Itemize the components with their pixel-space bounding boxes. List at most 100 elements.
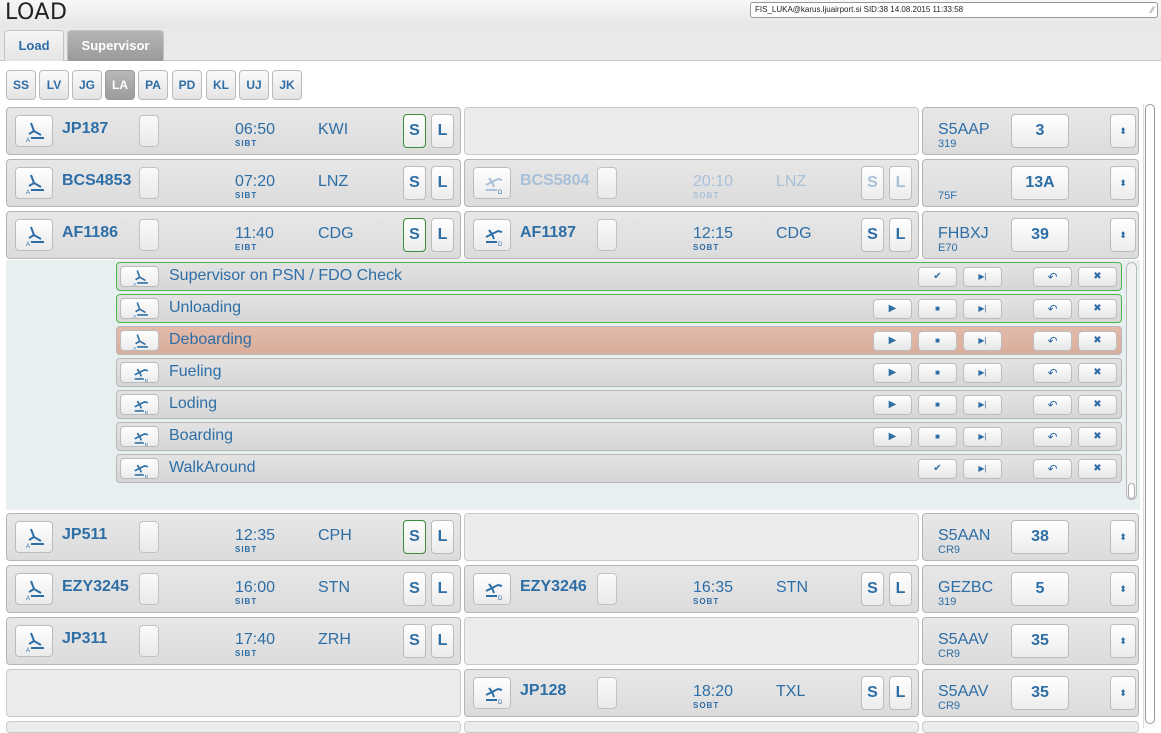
flight-toggle[interactable] (139, 521, 159, 553)
play-icon[interactable]: ▶ (873, 395, 912, 415)
cancel-icon[interactable]: ✖ (1078, 459, 1117, 479)
l-button[interactable]: L (431, 166, 454, 200)
skip-icon[interactable]: ▶| (963, 299, 1002, 319)
l-button[interactable]: L (889, 676, 912, 710)
l-button[interactable]: L (431, 114, 454, 148)
stand-field[interactable]: 3 (1011, 114, 1069, 148)
s-button[interactable]: S (403, 520, 426, 554)
l-button[interactable]: L (431, 520, 454, 554)
stand-field[interactable]: 38 (1011, 520, 1069, 554)
flight-toggle[interactable] (139, 167, 159, 199)
stand-spinner-icon[interactable]: ⬍ (1110, 624, 1136, 658)
s-button[interactable]: S (403, 572, 426, 606)
flight-toggle[interactable] (139, 115, 159, 147)
play-icon[interactable]: ▶ (873, 299, 912, 319)
s-button[interactable]: S (861, 166, 884, 200)
cancel-icon[interactable]: ✖ (1078, 427, 1117, 447)
session-info[interactable]: FIS_LUKA@karus.ljuairport.si SID:38 14.0… (750, 2, 1158, 18)
filter-jg[interactable]: JG (72, 70, 102, 100)
tasks-scroll-thumb[interactable] (1128, 483, 1135, 499)
filter-lv[interactable]: LV (39, 70, 69, 100)
stand-spinner-icon[interactable]: ⬍ (1110, 572, 1136, 606)
filter-kl[interactable]: KL (206, 70, 236, 100)
skip-icon[interactable]: ▶| (963, 459, 1002, 479)
skip-icon[interactable]: ▶| (963, 331, 1002, 351)
flight-toggle[interactable] (139, 573, 159, 605)
s-button[interactable]: S (403, 218, 426, 252)
stand-spinner-icon[interactable]: ⬍ (1110, 218, 1136, 252)
flight-toggle[interactable] (597, 677, 617, 709)
flight-toggle[interactable] (597, 167, 617, 199)
flight-toggle[interactable] (139, 625, 159, 657)
resize-grip-icon[interactable]: ⁄⁄ (1151, 5, 1154, 15)
stop-icon[interactable]: ■ (918, 363, 957, 383)
filter-la[interactable]: LA (105, 70, 135, 100)
task-type-button[interactable]: D (120, 394, 159, 415)
l-button[interactable]: L (431, 624, 454, 658)
skip-icon[interactable]: ▶| (963, 267, 1002, 287)
cancel-icon[interactable]: ✖ (1078, 395, 1117, 415)
arrival-button[interactable]: A (15, 521, 53, 553)
departure-button[interactable]: D (473, 677, 511, 709)
s-button[interactable]: S (403, 114, 426, 148)
undo-icon[interactable]: ↶ (1033, 427, 1072, 447)
undo-icon[interactable]: ↶ (1033, 459, 1072, 479)
filter-pa[interactable]: PA (138, 70, 168, 100)
task-type-button[interactable]: D (120, 426, 159, 447)
cancel-icon[interactable]: ✖ (1078, 331, 1117, 351)
stop-icon[interactable]: ■ (918, 331, 957, 351)
departure-button[interactable]: D (473, 573, 511, 605)
play-icon[interactable]: ▶ (873, 363, 912, 383)
l-button[interactable]: L (889, 218, 912, 252)
s-button[interactable]: S (861, 218, 884, 252)
arrival-button[interactable]: A (15, 167, 53, 199)
play-icon[interactable]: ▶ (873, 331, 912, 351)
stand-field[interactable]: 35 (1011, 624, 1069, 658)
check-icon[interactable]: ✔ (918, 267, 957, 287)
s-button[interactable]: S (403, 624, 426, 658)
task-type-button[interactable]: A (120, 266, 159, 287)
undo-icon[interactable]: ↶ (1033, 267, 1072, 287)
flight-toggle[interactable] (139, 219, 159, 251)
cancel-icon[interactable]: ✖ (1078, 299, 1117, 319)
departure-button[interactable]: D (473, 219, 511, 251)
task-type-button[interactable]: D (120, 362, 159, 383)
task-type-button[interactable]: A (120, 330, 159, 351)
cancel-icon[interactable]: ✖ (1078, 363, 1117, 383)
stop-icon[interactable]: ■ (918, 427, 957, 447)
task-type-button[interactable]: D (120, 458, 159, 479)
l-button[interactable]: L (889, 572, 912, 606)
undo-icon[interactable]: ↶ (1033, 299, 1072, 319)
flight-toggle[interactable] (597, 219, 617, 251)
stand-field[interactable]: 39 (1011, 218, 1069, 252)
stand-field[interactable]: 13A (1011, 166, 1069, 200)
main-scrollbar[interactable] (1143, 104, 1156, 728)
arrival-button[interactable]: A (15, 219, 53, 251)
l-button[interactable]: L (889, 166, 912, 200)
play-icon[interactable]: ▶ (873, 427, 912, 447)
stand-spinner-icon[interactable]: ⬍ (1110, 520, 1136, 554)
skip-icon[interactable]: ▶| (963, 363, 1002, 383)
stand-field[interactable]: 35 (1011, 676, 1069, 710)
check-icon[interactable]: ✔ (918, 459, 957, 479)
arrival-button[interactable]: A (15, 573, 53, 605)
undo-icon[interactable]: ↶ (1033, 395, 1072, 415)
arrival-button[interactable]: A (15, 625, 53, 657)
undo-icon[interactable]: ↶ (1033, 331, 1072, 351)
tasks-scrollbar[interactable] (1126, 262, 1137, 500)
task-type-button[interactable]: A (120, 298, 159, 319)
flight-toggle[interactable] (597, 573, 617, 605)
stand-field[interactable]: 5 (1011, 572, 1069, 606)
s-button[interactable]: S (403, 166, 426, 200)
stand-spinner-icon[interactable]: ⬍ (1110, 166, 1136, 200)
s-button[interactable]: S (861, 572, 884, 606)
tab-supervisor[interactable]: Supervisor (67, 30, 164, 61)
stop-icon[interactable]: ■ (918, 395, 957, 415)
arrival-button[interactable]: A (15, 115, 53, 147)
skip-icon[interactable]: ▶| (963, 395, 1002, 415)
undo-icon[interactable]: ↶ (1033, 363, 1072, 383)
filter-jk[interactable]: JK (272, 70, 302, 100)
l-button[interactable]: L (431, 218, 454, 252)
l-button[interactable]: L (431, 572, 454, 606)
skip-icon[interactable]: ▶| (963, 427, 1002, 447)
